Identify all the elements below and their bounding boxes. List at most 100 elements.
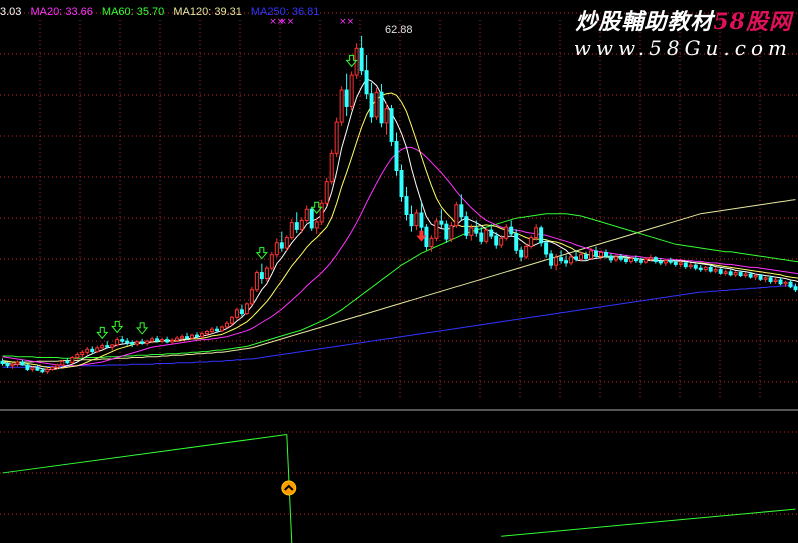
up-candle bbox=[289, 218, 294, 240]
candle-body bbox=[489, 229, 494, 237]
candle-body bbox=[608, 255, 613, 261]
candle-body bbox=[284, 237, 289, 249]
candle-body bbox=[229, 316, 234, 324]
candle-body bbox=[180, 336, 185, 339]
candle-body bbox=[459, 204, 464, 218]
up-candle bbox=[454, 201, 459, 228]
down-candle bbox=[294, 212, 299, 234]
candle-body bbox=[429, 237, 434, 248]
sell-marker-icon: ×× bbox=[279, 17, 294, 27]
candle-body bbox=[623, 258, 628, 262]
candle-body bbox=[319, 202, 324, 223]
candle-body bbox=[449, 225, 454, 240]
down-candle bbox=[359, 35, 364, 76]
candle-body bbox=[60, 360, 65, 366]
candle-body bbox=[329, 152, 334, 183]
candle-body bbox=[75, 354, 80, 359]
candle-body bbox=[299, 219, 304, 230]
down-candle bbox=[364, 55, 369, 99]
candle-body bbox=[294, 222, 299, 230]
candle-body bbox=[0, 360, 5, 364]
candle-body bbox=[90, 348, 95, 353]
candle-body bbox=[728, 271, 733, 276]
candle-body bbox=[10, 363, 15, 367]
candle-body bbox=[334, 121, 339, 154]
up-candle bbox=[85, 347, 90, 355]
up-candle bbox=[688, 262, 693, 269]
up-candle bbox=[713, 267, 718, 274]
candle-body bbox=[110, 344, 115, 348]
candle-body bbox=[150, 338, 155, 342]
up-candle bbox=[110, 344, 115, 351]
candle-body bbox=[613, 256, 618, 261]
candle-body bbox=[753, 275, 758, 278]
candle-body bbox=[359, 47, 364, 72]
candle-body bbox=[444, 223, 449, 240]
candle-body bbox=[733, 272, 738, 276]
candle-body bbox=[579, 254, 584, 260]
up-candle bbox=[249, 286, 254, 306]
candle-body bbox=[249, 289, 254, 305]
up-candle bbox=[234, 307, 239, 320]
up-candle bbox=[743, 272, 748, 278]
candle-body bbox=[185, 336, 190, 339]
candle-body bbox=[544, 242, 549, 255]
candle-body bbox=[598, 251, 603, 257]
candle-body bbox=[125, 340, 130, 344]
down-candle bbox=[105, 341, 110, 349]
down-candle bbox=[214, 326, 219, 333]
candle-body bbox=[20, 361, 25, 366]
candle-body bbox=[394, 140, 399, 172]
candle-body bbox=[683, 262, 688, 268]
up-candle bbox=[224, 321, 229, 329]
candle-body bbox=[120, 339, 125, 342]
down-candle bbox=[0, 358, 5, 366]
candle-body bbox=[559, 257, 564, 262]
up-candle bbox=[723, 269, 728, 276]
candle-body bbox=[264, 267, 269, 280]
buy-arrow-icon bbox=[136, 322, 149, 335]
down-candle bbox=[130, 340, 135, 348]
up-candle bbox=[304, 205, 309, 223]
candle-body bbox=[289, 222, 294, 239]
down-candle bbox=[125, 338, 130, 346]
down-candle bbox=[683, 261, 688, 269]
down-candle bbox=[509, 220, 514, 237]
up-candle bbox=[115, 337, 120, 347]
candle-body bbox=[374, 91, 379, 118]
candle-body bbox=[195, 334, 200, 338]
down-candle bbox=[788, 280, 793, 289]
up-candle bbox=[209, 326, 214, 334]
up-candle bbox=[80, 350, 85, 358]
candle-body bbox=[703, 266, 708, 271]
candle-body bbox=[748, 273, 753, 278]
grid-lines bbox=[0, 12, 798, 515]
up-candle bbox=[449, 221, 454, 243]
candle-body bbox=[534, 227, 539, 239]
candle-body bbox=[234, 309, 239, 318]
candle-body bbox=[269, 254, 274, 269]
down-candle bbox=[718, 268, 723, 275]
up-candle bbox=[219, 325, 224, 333]
candle-body bbox=[25, 364, 30, 370]
down-candle bbox=[65, 358, 70, 365]
up-candle bbox=[314, 218, 319, 234]
up-candle bbox=[160, 337, 165, 344]
candle-body bbox=[204, 330, 209, 335]
up-candle bbox=[170, 338, 175, 345]
candle-body bbox=[713, 269, 718, 272]
candle-body bbox=[274, 242, 279, 256]
up-candle bbox=[199, 331, 204, 339]
down-candle bbox=[778, 277, 783, 286]
candle-body bbox=[698, 267, 703, 271]
candle-body bbox=[653, 257, 658, 262]
candle-body bbox=[479, 232, 484, 242]
up-candle bbox=[349, 71, 354, 111]
up-candle bbox=[524, 243, 529, 260]
up-candle bbox=[763, 276, 768, 283]
candle-body bbox=[738, 272, 743, 277]
candle-body bbox=[160, 339, 165, 342]
candle-body bbox=[379, 91, 384, 124]
ma-legend: 3.03 MA20: 33.66 MA60: 35.70 MA120: 39.3… bbox=[0, 6, 325, 18]
candle-body bbox=[688, 264, 693, 268]
